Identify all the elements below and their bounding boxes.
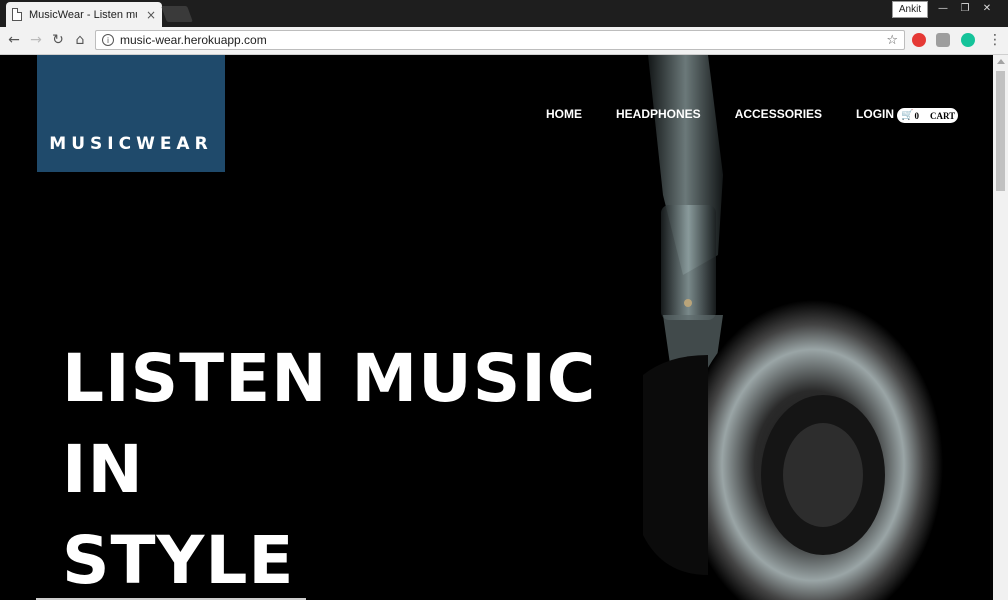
page-icon [12,8,22,21]
nav-home[interactable]: HOME [546,107,582,121]
browser-titlebar: MusicWear - Listen musi × Ankit — ❐ ✕ [0,0,1008,27]
browser-toolbar: ← → ↻ ⌂ i music-wear.herokuapp.com ☆ ⋮ [0,27,1008,55]
main-navigation: HOME HEADPHONES ACCESSORIES LOGIN [546,107,928,121]
new-tab-button[interactable] [161,6,193,22]
close-icon[interactable]: ✕ [976,0,998,16]
cart-count: 0 [914,110,919,121]
cart-icon: 🛒 [901,110,914,121]
nav-headphones[interactable]: HEADPHONES [616,107,701,121]
nav-login[interactable]: LOGIN [856,107,894,121]
generic-extension-icon[interactable] [936,33,950,47]
site-info-icon[interactable]: i [102,34,114,46]
tab-title: MusicWear - Listen musi [29,8,137,21]
url-text[interactable]: music-wear.herokuapp.com [120,33,267,47]
logo-text: MUSICWEAR [49,134,213,154]
back-icon[interactable]: ← [5,31,23,49]
tab-close-icon[interactable]: × [146,8,156,22]
browser-tab[interactable]: MusicWear - Listen musi × [6,2,162,27]
minimize-icon[interactable]: — [932,0,954,16]
scroll-up-icon[interactable] [997,59,1005,64]
hero-line-1: LISTEN MUSIC IN [62,340,597,508]
restore-icon[interactable]: ❐ [954,0,976,16]
page-scrollbar[interactable] [993,55,1008,600]
nav-accessories[interactable]: ACCESSORIES [735,107,822,121]
opera-extension-icon[interactable] [912,33,926,47]
page-viewport: MUSICWEAR HOME HEADPHONES ACCESSORIES LO… [0,55,993,600]
hero-heading: LISTEN MUSIC IN STYLE [62,333,702,600]
forward-icon[interactable]: → [27,31,45,49]
address-bar[interactable]: i music-wear.herokuapp.com ☆ [95,30,905,50]
scrollbar-thumb[interactable] [996,71,1005,191]
bookmark-star-icon[interactable]: ☆ [886,33,898,48]
grammarly-extension-icon[interactable] [961,33,975,47]
home-icon[interactable]: ⌂ [71,31,89,49]
profile-button[interactable]: Ankit [892,1,928,18]
reload-icon[interactable]: ↻ [49,31,67,49]
cart-label: CART [929,110,956,121]
browser-menu-icon[interactable]: ⋮ [988,32,1002,48]
site-logo[interactable]: MUSICWEAR [37,55,225,172]
cart-button[interactable]: 🛒 0 CART [897,108,958,123]
hero-line-2: STYLE [62,522,295,599]
